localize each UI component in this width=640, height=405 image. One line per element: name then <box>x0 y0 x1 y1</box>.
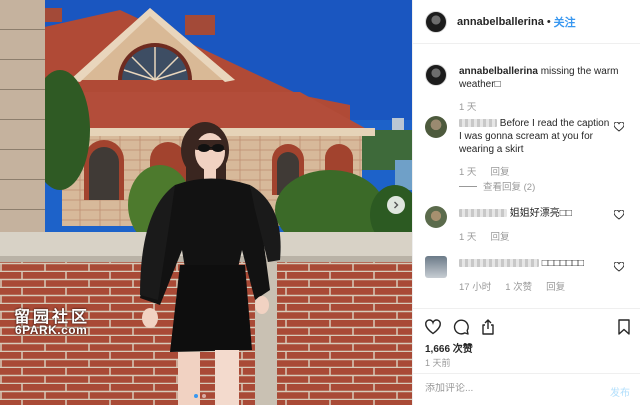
caption-text: annabelballerina missing the warm weathe… <box>459 65 629 91</box>
carousel-indicator <box>194 394 206 398</box>
header-separator: • <box>546 15 551 28</box>
action-bar <box>413 308 640 344</box>
view-replies-label: 查看回复 (2) <box>483 182 536 193</box>
share-icon[interactable] <box>480 319 496 335</box>
caption-username[interactable]: annabelballerina <box>459 66 538 77</box>
caption-avatar[interactable] <box>425 64 447 86</box>
follow-button[interactable]: 关注 <box>554 14 576 30</box>
comment-meta: 1 天 回复 <box>459 229 509 243</box>
watermark-url: 6PARK.com <box>15 323 88 337</box>
post-comment-button[interactable]: 发布 <box>610 384 630 399</box>
comment-avatar[interactable] <box>425 206 447 228</box>
comment-composer: 发布 <box>413 373 640 405</box>
reply-button[interactable]: 回复 <box>490 164 509 178</box>
carousel-dot-active <box>194 394 198 398</box>
comment-avatar[interactable] <box>425 116 447 138</box>
carousel-dot <box>202 394 206 398</box>
reply-button[interactable]: 回复 <box>546 279 565 293</box>
carousel-next-button[interactable] <box>387 196 405 214</box>
reply-button[interactable]: 回复 <box>490 229 509 243</box>
header-username[interactable]: annabelballerina <box>457 16 544 28</box>
comment-body: □□□□□□□ <box>541 258 585 269</box>
heart-icon[interactable] <box>425 319 441 335</box>
comment-text: 姐姐好漂亮□□ <box>459 207 609 220</box>
comment-body: 姐姐好漂亮□□ <box>509 208 572 219</box>
comment-time[interactable]: 1 天 <box>459 229 476 243</box>
comment-input[interactable] <box>425 383 585 394</box>
post-side-panel: annabelballerina • 关注 annabelballerina m… <box>412 0 640 405</box>
replies-line <box>459 185 477 187</box>
comment-text: □□□□□□□ <box>459 257 609 270</box>
post-header: annabelballerina • 关注 <box>413 0 640 44</box>
likes-count[interactable]: 1,666 次赞 <box>425 340 473 355</box>
comment-icon[interactable] <box>453 319 469 335</box>
comment-time[interactable]: 17 小时 <box>459 279 491 293</box>
avatar[interactable] <box>425 10 447 33</box>
comment-like-icon[interactable] <box>614 122 624 132</box>
post-photo[interactable]: 留园社区 6PARK.com <box>0 0 412 405</box>
redacted-username <box>459 209 507 218</box>
caption-meta: 1 天 <box>459 99 476 113</box>
bookmark-icon[interactable] <box>616 319 632 335</box>
comment-like-icon[interactable] <box>614 262 624 272</box>
comment-time[interactable]: 1 天 <box>459 164 476 178</box>
comment-like-icon[interactable] <box>614 210 624 220</box>
comment-meta: 1 天 回复 <box>459 164 509 178</box>
comment-text: Before I read the caption I was gonna sc… <box>459 117 611 156</box>
redacted-username <box>459 119 497 128</box>
comment-meta: 17 小时 1 次赞 回复 <box>459 279 565 293</box>
redacted-username <box>459 259 539 268</box>
comment-likes[interactable]: 1 次赞 <box>505 279 532 293</box>
photo-illustration <box>0 0 412 405</box>
caption-time[interactable]: 1 天 <box>459 99 476 113</box>
chevron-right-icon <box>394 201 399 209</box>
view-replies-button[interactable]: 查看回复 (2) <box>459 179 535 193</box>
post-date[interactable]: 1 天前 <box>425 356 451 369</box>
comment-avatar[interactable] <box>425 256 447 278</box>
